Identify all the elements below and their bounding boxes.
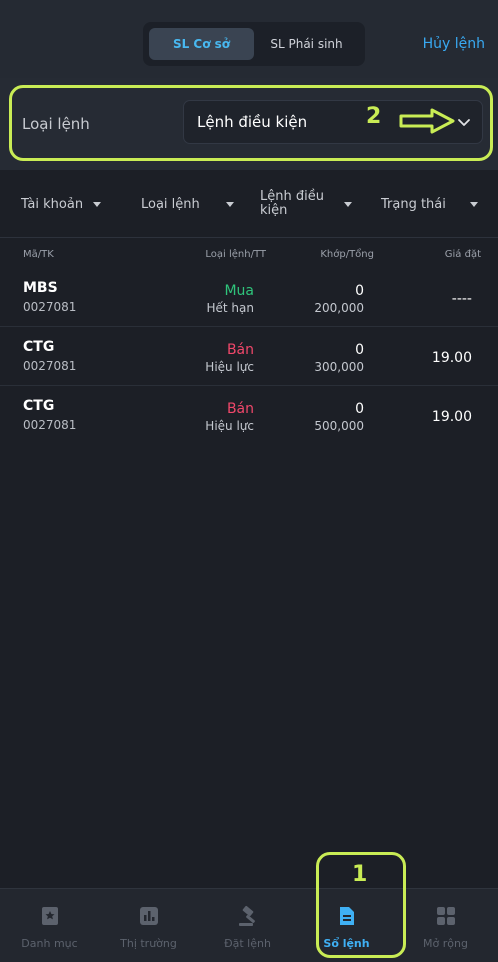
row-matched: 0 (355, 342, 364, 358)
row-total: 300,000 (314, 360, 364, 374)
row-account: 0027081 (23, 300, 77, 314)
segment-derivatives[interactable]: SL Phái sinh (254, 28, 359, 60)
row-price: ---- (451, 291, 472, 307)
row-status: Hết hạn (206, 301, 255, 315)
nav-item-more[interactable]: Mở rộng (396, 889, 495, 962)
nav-item-watchlist[interactable]: Danh mục (0, 889, 99, 962)
segment-spot[interactable]: SL Cơ sở (149, 28, 254, 60)
caret-down-icon (469, 201, 478, 207)
row-price: 19.00 (431, 350, 472, 366)
bar-chart-icon (140, 907, 158, 925)
filter-order-type-label: Loại lệnh (141, 196, 200, 212)
nav-label: Thị trường (120, 937, 177, 950)
header: SL Cơ sở SL Phái sinh Hủy lệnh (0, 0, 498, 78)
nav-label: Danh mục (21, 937, 78, 950)
row-total: 500,000 (314, 419, 364, 433)
row-matched: 0 (355, 283, 364, 299)
filter-status[interactable]: Trạng thái (381, 170, 478, 238)
table-row[interactable]: MBS 0027081 Mua Hết hạn 0 200,000 ---- (0, 269, 498, 327)
row-price: 19.00 (431, 409, 472, 425)
nav-item-market[interactable]: Thị trường (99, 889, 198, 962)
table-header: Mã/TK Loại lệnh/TT Khớp/Tổng Giá đặt (0, 239, 498, 269)
bottom-nav: Danh mục Thị trường Đặt lệnh Sổ lệnh Mở … (0, 888, 498, 962)
nav-item-place-order[interactable]: Đặt lệnh (198, 889, 297, 962)
annotation-number-2: 2 (366, 104, 382, 129)
column-matched-total: Khớp/Tổng (320, 249, 374, 260)
row-symbol: MBS (23, 280, 58, 296)
row-account: 0027081 (23, 359, 77, 373)
annotation-number-1: 1 (352, 862, 368, 887)
filter-bar: Tài khoản Loại lệnh Lệnh điều kiện Trạng… (0, 170, 498, 238)
cancel-order-link[interactable]: Hủy lệnh (423, 36, 485, 52)
filter-condition-label: Lệnh điều kiện (260, 189, 324, 218)
annotation-arrow-icon (399, 108, 455, 134)
nav-label: Đặt lệnh (224, 937, 271, 950)
column-price: Giá đặt (444, 249, 481, 260)
caret-down-icon (225, 201, 234, 207)
row-status: Hiệu lực (205, 360, 254, 374)
market-segment-control: SL Cơ sở SL Phái sinh (143, 22, 365, 66)
table-row[interactable]: CTG 0027081 Bán Hiệu lực 0 300,000 19.00 (0, 328, 498, 386)
caret-down-icon (93, 201, 102, 207)
filter-condition[interactable]: Lệnh điều kiện (260, 170, 352, 238)
filter-status-label: Trạng thái (381, 196, 446, 212)
gavel-icon (239, 905, 255, 926)
filter-order-type[interactable]: Loại lệnh (141, 170, 234, 238)
row-symbol: CTG (23, 339, 55, 355)
row-side: Bán (226, 401, 254, 417)
row-status: Hiệu lực (205, 419, 254, 433)
filter-account[interactable]: Tài khoản (21, 170, 102, 238)
nav-label: Mở rộng (423, 937, 468, 950)
row-account: 0027081 (23, 418, 77, 432)
row-total: 200,000 (314, 301, 364, 315)
row-side: Bán (226, 342, 254, 358)
caret-down-icon (343, 201, 352, 207)
row-side: Mua (224, 283, 254, 299)
bookmark-icon (42, 907, 58, 925)
column-symbol: Mã/TK (23, 249, 54, 260)
grid-icon (437, 907, 455, 925)
row-symbol: CTG (23, 398, 55, 414)
table-row[interactable]: CTG 0027081 Bán Hiệu lực 0 500,000 19.00 (0, 387, 498, 445)
row-matched: 0 (355, 401, 364, 417)
column-order-type: Loại lệnh/TT (205, 249, 266, 260)
filter-account-label: Tài khoản (21, 196, 84, 212)
